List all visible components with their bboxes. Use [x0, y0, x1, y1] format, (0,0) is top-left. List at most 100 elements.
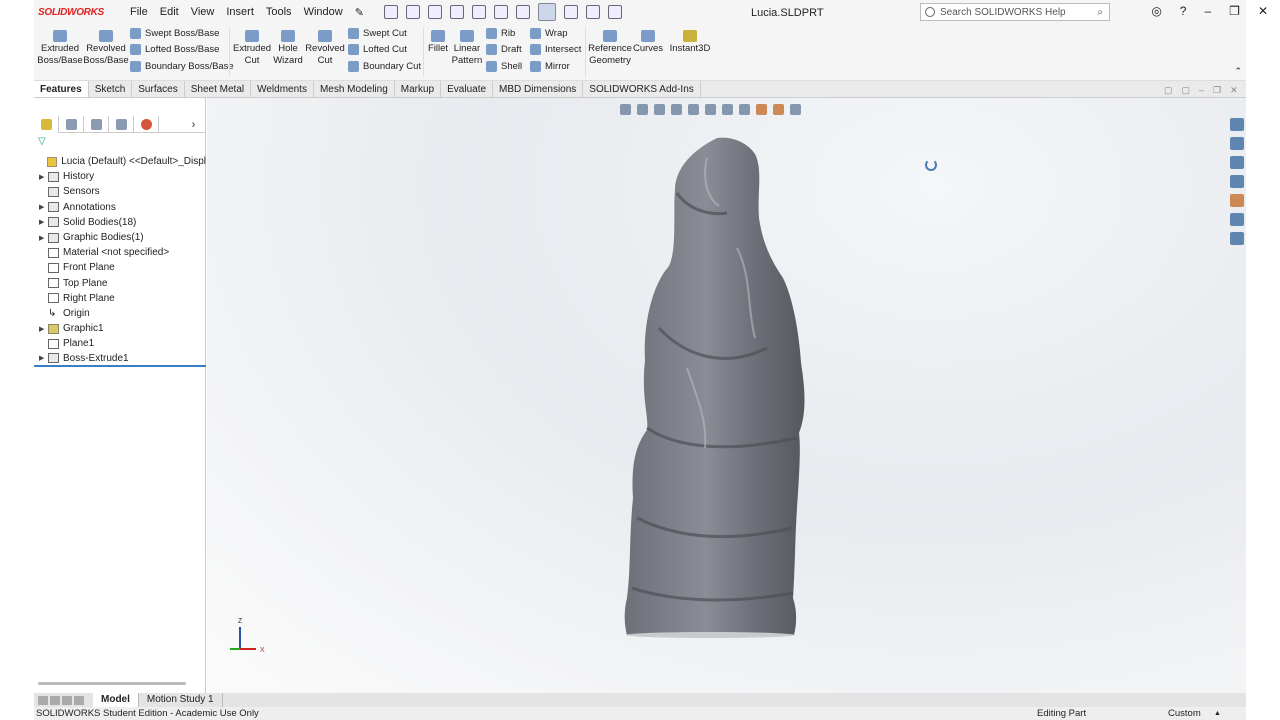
expand-arrow-icon[interactable]: ▶	[39, 354, 46, 362]
filter-icon[interactable]: ▽	[38, 136, 46, 147]
draft-button[interactable]: Draft	[486, 44, 522, 55]
display-manager-tab[interactable]	[134, 116, 159, 133]
wrap-button[interactable]: Wrap	[530, 28, 568, 39]
tree-item-boss-extrude1[interactable]: ▶ Boss-Extrude1	[34, 351, 206, 367]
extruded-boss-button[interactable]: Extruded Boss/Base	[36, 28, 84, 67]
restore-button[interactable]: ❐	[1229, 4, 1240, 18]
tab-surfaces[interactable]: Surfaces	[132, 81, 185, 97]
tree-item-solid-bodies[interactable]: ▶ Solid Bodies(18)	[34, 215, 206, 230]
tab-features[interactable]: Features	[34, 81, 89, 97]
revolved-cut-button[interactable]: Revolved Cut	[304, 28, 346, 67]
tree-item-graphic-bodies[interactable]: ▶ Graphic Bodies(1)	[34, 230, 206, 245]
next-tab-icon[interactable]	[62, 695, 72, 705]
close-doc-icon[interactable]: ✕	[1230, 85, 1238, 96]
tab-model[interactable]: Model	[93, 693, 139, 707]
save-icon[interactable]	[449, 5, 464, 19]
menu-file[interactable]: File	[130, 6, 148, 19]
boundary-boss-button[interactable]: Boundary Boss/Base	[130, 61, 234, 72]
rebuild-icon[interactable]	[563, 5, 578, 19]
undo-icon[interactable]	[493, 5, 508, 19]
tree-item-right-plane[interactable]: Right Plane	[34, 291, 206, 306]
custom-properties-icon[interactable]	[1230, 213, 1244, 226]
design-library-icon[interactable]	[1230, 137, 1244, 150]
tree-item-history[interactable]: ▶ History	[34, 169, 206, 184]
revolved-boss-button[interactable]: Revolved Boss/Base	[82, 28, 130, 67]
zoom-to-fit-icon[interactable]	[620, 104, 631, 115]
tree-item-graphic1[interactable]: ▶ Graphic1	[34, 321, 206, 336]
tree-item-sensors[interactable]: Sensors	[34, 184, 206, 199]
panel-expand-arrow[interactable]: ›	[181, 116, 206, 133]
view-palette-icon[interactable]	[1230, 175, 1244, 188]
pin-icon[interactable]: ✎	[355, 6, 364, 19]
hide-show-items-icon[interactable]	[739, 104, 750, 115]
dimxpert-tab[interactable]	[109, 116, 134, 133]
menu-view[interactable]: View	[191, 6, 215, 19]
apply-scene-icon[interactable]	[773, 104, 784, 115]
menu-edit[interactable]: Edit	[160, 6, 179, 19]
instant3d-button[interactable]: Instant3D	[668, 28, 712, 55]
tree-item-origin[interactable]: ↳ Origin	[34, 306, 206, 321]
display-style-icon[interactable]	[722, 104, 733, 115]
prev-tab-icon[interactable]	[50, 695, 60, 705]
tab-solidworks-add-ins[interactable]: SOLIDWORKS Add-Ins	[583, 81, 701, 97]
tree-item-top-plane[interactable]: Top Plane	[34, 276, 206, 291]
tab-markup[interactable]: Markup	[395, 81, 442, 97]
print-icon[interactable]	[471, 5, 486, 19]
minimize-doc-icon[interactable]: –	[1199, 85, 1204, 96]
swept-boss-button[interactable]: Swept Boss/Base	[130, 28, 219, 39]
tree-item-annotations[interactable]: ▶ Annotations	[34, 200, 206, 215]
reference-geometry-button[interactable]: Reference Geometry	[586, 28, 634, 67]
edit-appearance-icon[interactable]	[756, 104, 767, 115]
graphics-viewport[interactable]: Z X	[207, 98, 1246, 693]
select-cursor-icon[interactable]	[537, 3, 556, 21]
minimize-button[interactable]: –	[1204, 4, 1211, 18]
tab-mesh-modeling[interactable]: Mesh Modeling	[314, 81, 395, 97]
forum-icon[interactable]	[1230, 232, 1244, 245]
unit-system[interactable]: Custom	[1168, 707, 1201, 720]
user-icon[interactable]: ◎	[1151, 4, 1161, 18]
appearances-icon[interactable]	[1230, 194, 1244, 207]
tree-item-plane1[interactable]: Plane1	[34, 336, 206, 351]
tree-item-material[interactable]: Material <not specified>	[34, 245, 206, 260]
mirror-button[interactable]: Mirror	[530, 61, 570, 72]
search-icon[interactable]: ⌕	[1097, 7, 1103, 18]
expand-arrow-icon[interactable]: ▶	[39, 218, 46, 226]
file-properties-icon[interactable]	[585, 5, 600, 19]
restore-doc-icon[interactable]: ❐	[1213, 85, 1221, 96]
tree-root-part[interactable]: Lucia (Default) <<Default>_Displ	[34, 154, 206, 169]
extruded-cut-button[interactable]: Extruded Cut	[230, 28, 274, 67]
tile-icon[interactable]: ▢	[1164, 85, 1173, 96]
tab-motion-study-1[interactable]: Motion Study 1	[139, 693, 223, 707]
tree-item-front-plane[interactable]: Front Plane	[34, 260, 206, 275]
tab-evaluate[interactable]: Evaluate	[441, 81, 494, 97]
statue-model[interactable]	[207, 98, 1246, 693]
question-icon[interactable]: ?	[1180, 4, 1187, 18]
hole-wizard-button[interactable]: Hole Wizard	[270, 28, 306, 67]
collapse-ribbon-icon[interactable]: ⌃	[1234, 66, 1242, 77]
menu-tools[interactable]: Tools	[266, 6, 292, 19]
unit-dropdown-arrow-icon[interactable]: ▲	[1214, 707, 1221, 720]
view-orientation-icon[interactable]	[705, 104, 716, 115]
intersect-button[interactable]: Intersect	[530, 44, 581, 55]
solidworks-resources-icon[interactable]	[1230, 118, 1244, 131]
last-tab-icon[interactable]	[74, 695, 84, 705]
curves-button[interactable]: Curves	[632, 28, 664, 55]
new-document-icon[interactable]	[405, 5, 420, 19]
fillet-button[interactable]: Fillet	[424, 28, 452, 55]
options-gear-icon[interactable]	[607, 5, 622, 19]
tab-sheet-metal[interactable]: Sheet Metal	[185, 81, 252, 97]
swept-cut-button[interactable]: Swept Cut	[348, 28, 407, 39]
first-tab-icon[interactable]	[38, 695, 48, 705]
boundary-cut-button[interactable]: Boundary Cut	[348, 61, 421, 72]
redo-icon[interactable]	[515, 5, 530, 19]
home-icon[interactable]	[383, 5, 398, 19]
expand-arrow-icon[interactable]: ▶	[39, 234, 46, 242]
tile-icon[interactable]: ▢	[1182, 85, 1191, 96]
file-explorer-icon[interactable]	[1230, 156, 1244, 169]
expand-arrow-icon[interactable]: ▶	[39, 325, 46, 333]
rib-button[interactable]: Rib	[486, 28, 515, 39]
lofted-boss-button[interactable]: Lofted Boss/Base	[130, 44, 219, 55]
section-view-icon[interactable]	[671, 104, 682, 115]
close-button[interactable]: ✕	[1258, 4, 1268, 18]
configuration-manager-tab[interactable]	[84, 116, 109, 133]
